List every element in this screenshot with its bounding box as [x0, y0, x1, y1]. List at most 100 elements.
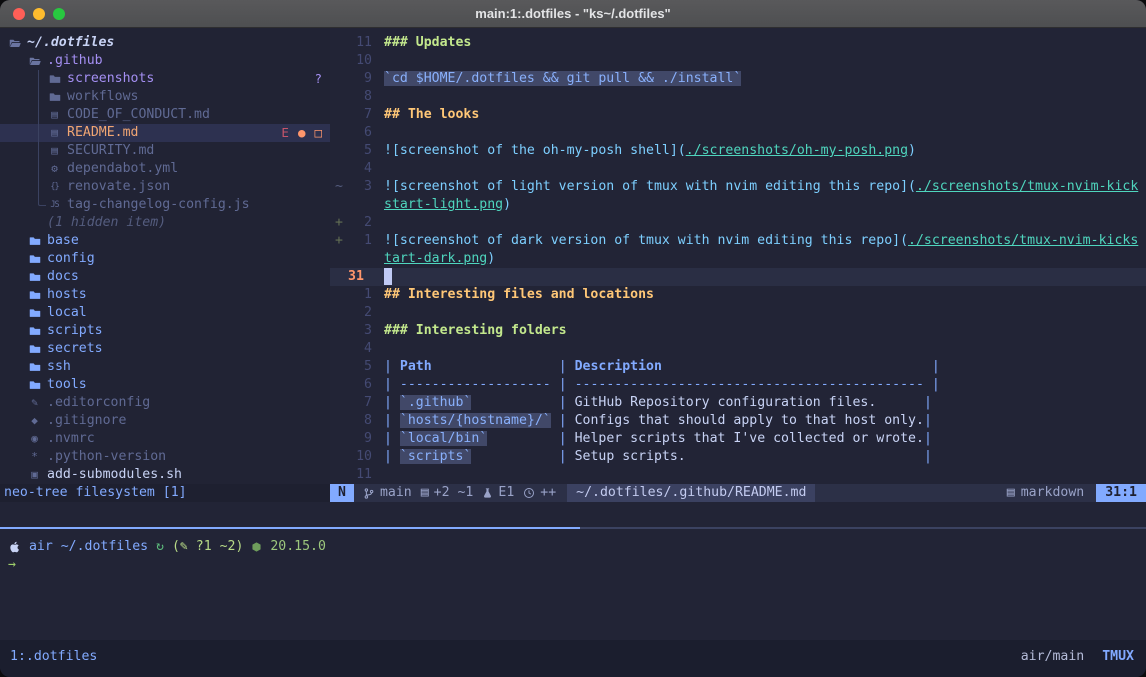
tree-item-secrets[interactable]: secrets [0, 340, 330, 358]
line-text [372, 340, 384, 358]
folder-icon [28, 361, 41, 373]
nvim-pane: ~/.dotfiles.githubscreenshots?workflows▤… [0, 28, 1146, 502]
tree-item-local[interactable]: local [0, 304, 330, 322]
text-segment: | [384, 413, 400, 428]
editor-line[interactable]: 7| `.github` | GitHub Repository configu… [330, 394, 1146, 412]
text-segment: ### Interesting folders [384, 323, 567, 338]
window-title: main:1:.dotfiles - "ks~/.dotfiles" [0, 5, 1146, 23]
tree-item-screenshots[interactable]: screenshots? [0, 70, 330, 88]
tree-item-dependabot-yml[interactable]: ⚙dependabot.yml [0, 160, 330, 178]
tree-item-github[interactable]: .github [0, 52, 330, 70]
git-branch-label: main [380, 484, 412, 502]
editor-line[interactable]: tart-dark.png) [330, 250, 1146, 268]
tree-item-nvmrc[interactable]: ◉.nvmrc [0, 430, 330, 448]
editor-line[interactable]: start-light.png) [330, 196, 1146, 214]
text-segment [662, 359, 932, 374]
diamond-icon: ◆ [28, 412, 41, 430]
text-segment: | [559, 359, 575, 374]
tree-item-tag-changelog-config-js[interactable]: JStag-changelog-config.js [0, 196, 330, 214]
prompt-input-line[interactable]: → [8, 556, 1146, 574]
tree-item-label: tag-changelog-config.js [67, 196, 250, 214]
editor-line[interactable]: 7## The looks [330, 106, 1146, 124]
tree-item-docs[interactable]: docs [0, 268, 330, 286]
tree-item-security-md[interactable]: ▤SECURITY.md [0, 142, 330, 160]
editor-line[interactable]: 6 [330, 124, 1146, 142]
tree-item-readme-md[interactable]: ▤README.mdE●□ [0, 124, 330, 142]
editor-line[interactable]: 5![screenshot of the oh-my-posh shell](.… [330, 142, 1146, 160]
tree-item-label: .python-version [47, 448, 166, 466]
line-text [372, 304, 384, 322]
prompt-arrow: → [8, 556, 16, 574]
line-number: 1 [346, 232, 372, 250]
tree-item-badges: ? [314, 70, 322, 88]
editor-line[interactable]: +2 [330, 214, 1146, 232]
line-number: 11 [346, 34, 372, 52]
editor-line[interactable]: 10| `scripts` | Setup scripts. | [330, 448, 1146, 466]
editor-line[interactable]: 1## Interesting files and locations [330, 286, 1146, 304]
editor-line[interactable]: 4 [330, 160, 1146, 178]
editor-line[interactable]: 3### Interesting folders [330, 322, 1146, 340]
editor-line[interactable]: 9`cd $HOME/.dotfiles && git pull && ./in… [330, 70, 1146, 88]
tree-item-code-of-conduct-md[interactable]: ▤CODE_OF_CONDUCT.md [0, 106, 330, 124]
filetype-label: markdown [1021, 484, 1085, 502]
editor-line[interactable]: 10 [330, 52, 1146, 70]
line-text [372, 214, 384, 232]
tree-item-base[interactable]: base [0, 232, 330, 250]
tree-item-editorconfig[interactable]: ✎.editorconfig [0, 394, 330, 412]
tree-item-scripts[interactable]: scripts [0, 322, 330, 340]
editor-line[interactable]: 9| `local/bin` | Helper scripts that I'v… [330, 430, 1146, 448]
tree-item-hosts[interactable]: hosts [0, 286, 330, 304]
editor-line[interactable]: 31 [330, 268, 1146, 286]
tree-item-workflows[interactable]: workflows [0, 88, 330, 106]
editor-line[interactable]: +1![screenshot of dark version of tmux w… [330, 232, 1146, 250]
tree-item-tools[interactable]: tools [0, 376, 330, 394]
text-segment: | [384, 431, 400, 446]
editor-buffer[interactable]: 11### Updates109`cd $HOME/.dotfiles && g… [330, 28, 1146, 484]
editor-line[interactable]: 11### Updates [330, 34, 1146, 52]
tree-item-config[interactable]: config [0, 250, 330, 268]
editor-line[interactable]: 8 [330, 88, 1146, 106]
text-segment [686, 449, 924, 464]
tree-item-label: secrets [47, 340, 103, 358]
tree-item-dotfiles[interactable]: ~/.dotfiles [0, 34, 330, 52]
text-segment: ) [487, 251, 495, 266]
tree-item-add-submodules-sh[interactable]: ▣add-submodules.sh [0, 466, 330, 484]
clock-icon [523, 487, 535, 499]
text-segment: | [932, 377, 940, 392]
editor-line[interactable]: 8| `hosts/{hostname}/` | Configs that sh… [330, 412, 1146, 430]
shell-pane[interactable]: air ~/.dotfiles ↻ (✎ ?1 ~2) 20.15.0 → [0, 529, 1146, 640]
editor-line[interactable]: 11 [330, 466, 1146, 484]
editor-pane[interactable]: 11### Updates109`cd $HOME/.dotfiles && g… [330, 28, 1146, 502]
text-segment: ------------------- [400, 377, 551, 392]
editor-line[interactable]: 5| Path | Description | [330, 358, 1146, 376]
tree-item-gitignore[interactable]: ◆.gitignore [0, 412, 330, 430]
node-hexagon-icon [251, 541, 262, 553]
folder-icon [28, 307, 41, 319]
text-segment: | [384, 395, 400, 410]
line-text [372, 466, 384, 484]
cursor-position: 31:1 [1096, 484, 1146, 502]
gutter-sign: + [330, 232, 346, 250]
editor-line[interactable]: 2 [330, 304, 1146, 322]
text-segment: GitHub Repository configuration files. [575, 395, 877, 410]
tmux-window-item[interactable]: 1:.dotfiles [10, 648, 97, 666]
tree-item-python-version[interactable]: *.python-version [0, 448, 330, 466]
editor-line[interactable]: ~3![screenshot of light version of tmux … [330, 178, 1146, 196]
text-segment [487, 431, 558, 446]
editor-line[interactable]: 4 [330, 340, 1146, 358]
tree-item-label: add-submodules.sh [47, 466, 182, 484]
text-segment: | [924, 449, 932, 464]
tree-item-ssh[interactable]: ssh [0, 358, 330, 376]
gutter-sign [330, 304, 346, 322]
gutter-sign: ~ [330, 178, 346, 196]
editor-line[interactable]: 6| ------------------- | ---------------… [330, 376, 1146, 394]
tree-item-label: .github [47, 52, 103, 70]
line-number [346, 196, 372, 214]
text-segment [876, 395, 924, 410]
line-text: ### Updates [372, 34, 471, 52]
tree-item-label: dependabot.yml [67, 160, 178, 178]
tree-item-renovate-json[interactable]: {}renovate.json [0, 178, 330, 196]
tree-item-1-hidden-item[interactable]: (1 hidden item) [0, 214, 330, 232]
tree-item-label: base [47, 232, 79, 250]
gutter-sign: + [330, 214, 346, 232]
